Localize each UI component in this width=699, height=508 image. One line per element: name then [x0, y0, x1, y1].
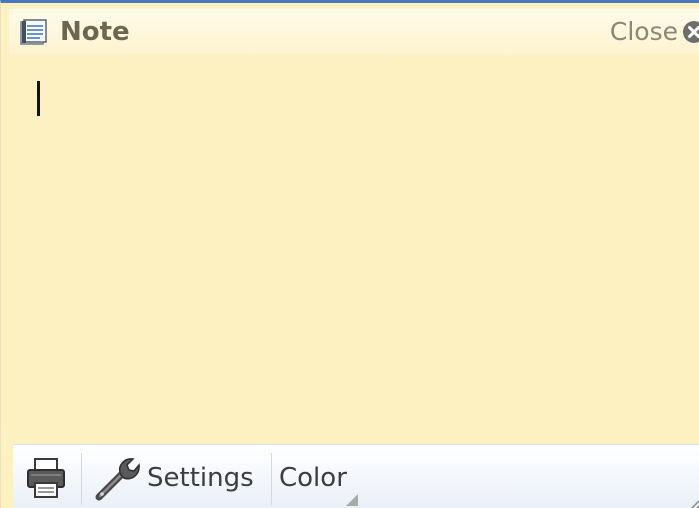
settings-button[interactable]: Settings: [91, 445, 273, 508]
dropdown-corner-icon: [346, 494, 358, 506]
note-window: Note Close Settings Color: [0, 0, 699, 508]
note-text-area[interactable]: [27, 69, 691, 433]
note-pad-icon: [20, 19, 47, 45]
color-label: Color: [279, 463, 347, 493]
note-body: [13, 55, 699, 442]
note-toolbar: Settings Color: [13, 444, 699, 508]
toolbar-divider: [81, 453, 82, 505]
close-label: Close: [609, 17, 678, 46]
text-cursor: [37, 81, 40, 116]
settings-label: Settings: [147, 463, 254, 493]
printer-icon: [27, 458, 65, 498]
note-header: Note Close: [9, 9, 699, 55]
print-button[interactable]: [23, 445, 75, 508]
toolbar-divider: [271, 453, 272, 505]
close-button[interactable]: Close: [610, 17, 699, 47]
close-icon: [683, 21, 699, 43]
resize-grip-icon[interactable]: [686, 498, 699, 508]
wrench-icon: [95, 458, 140, 501]
note-title: Note: [60, 17, 130, 47]
